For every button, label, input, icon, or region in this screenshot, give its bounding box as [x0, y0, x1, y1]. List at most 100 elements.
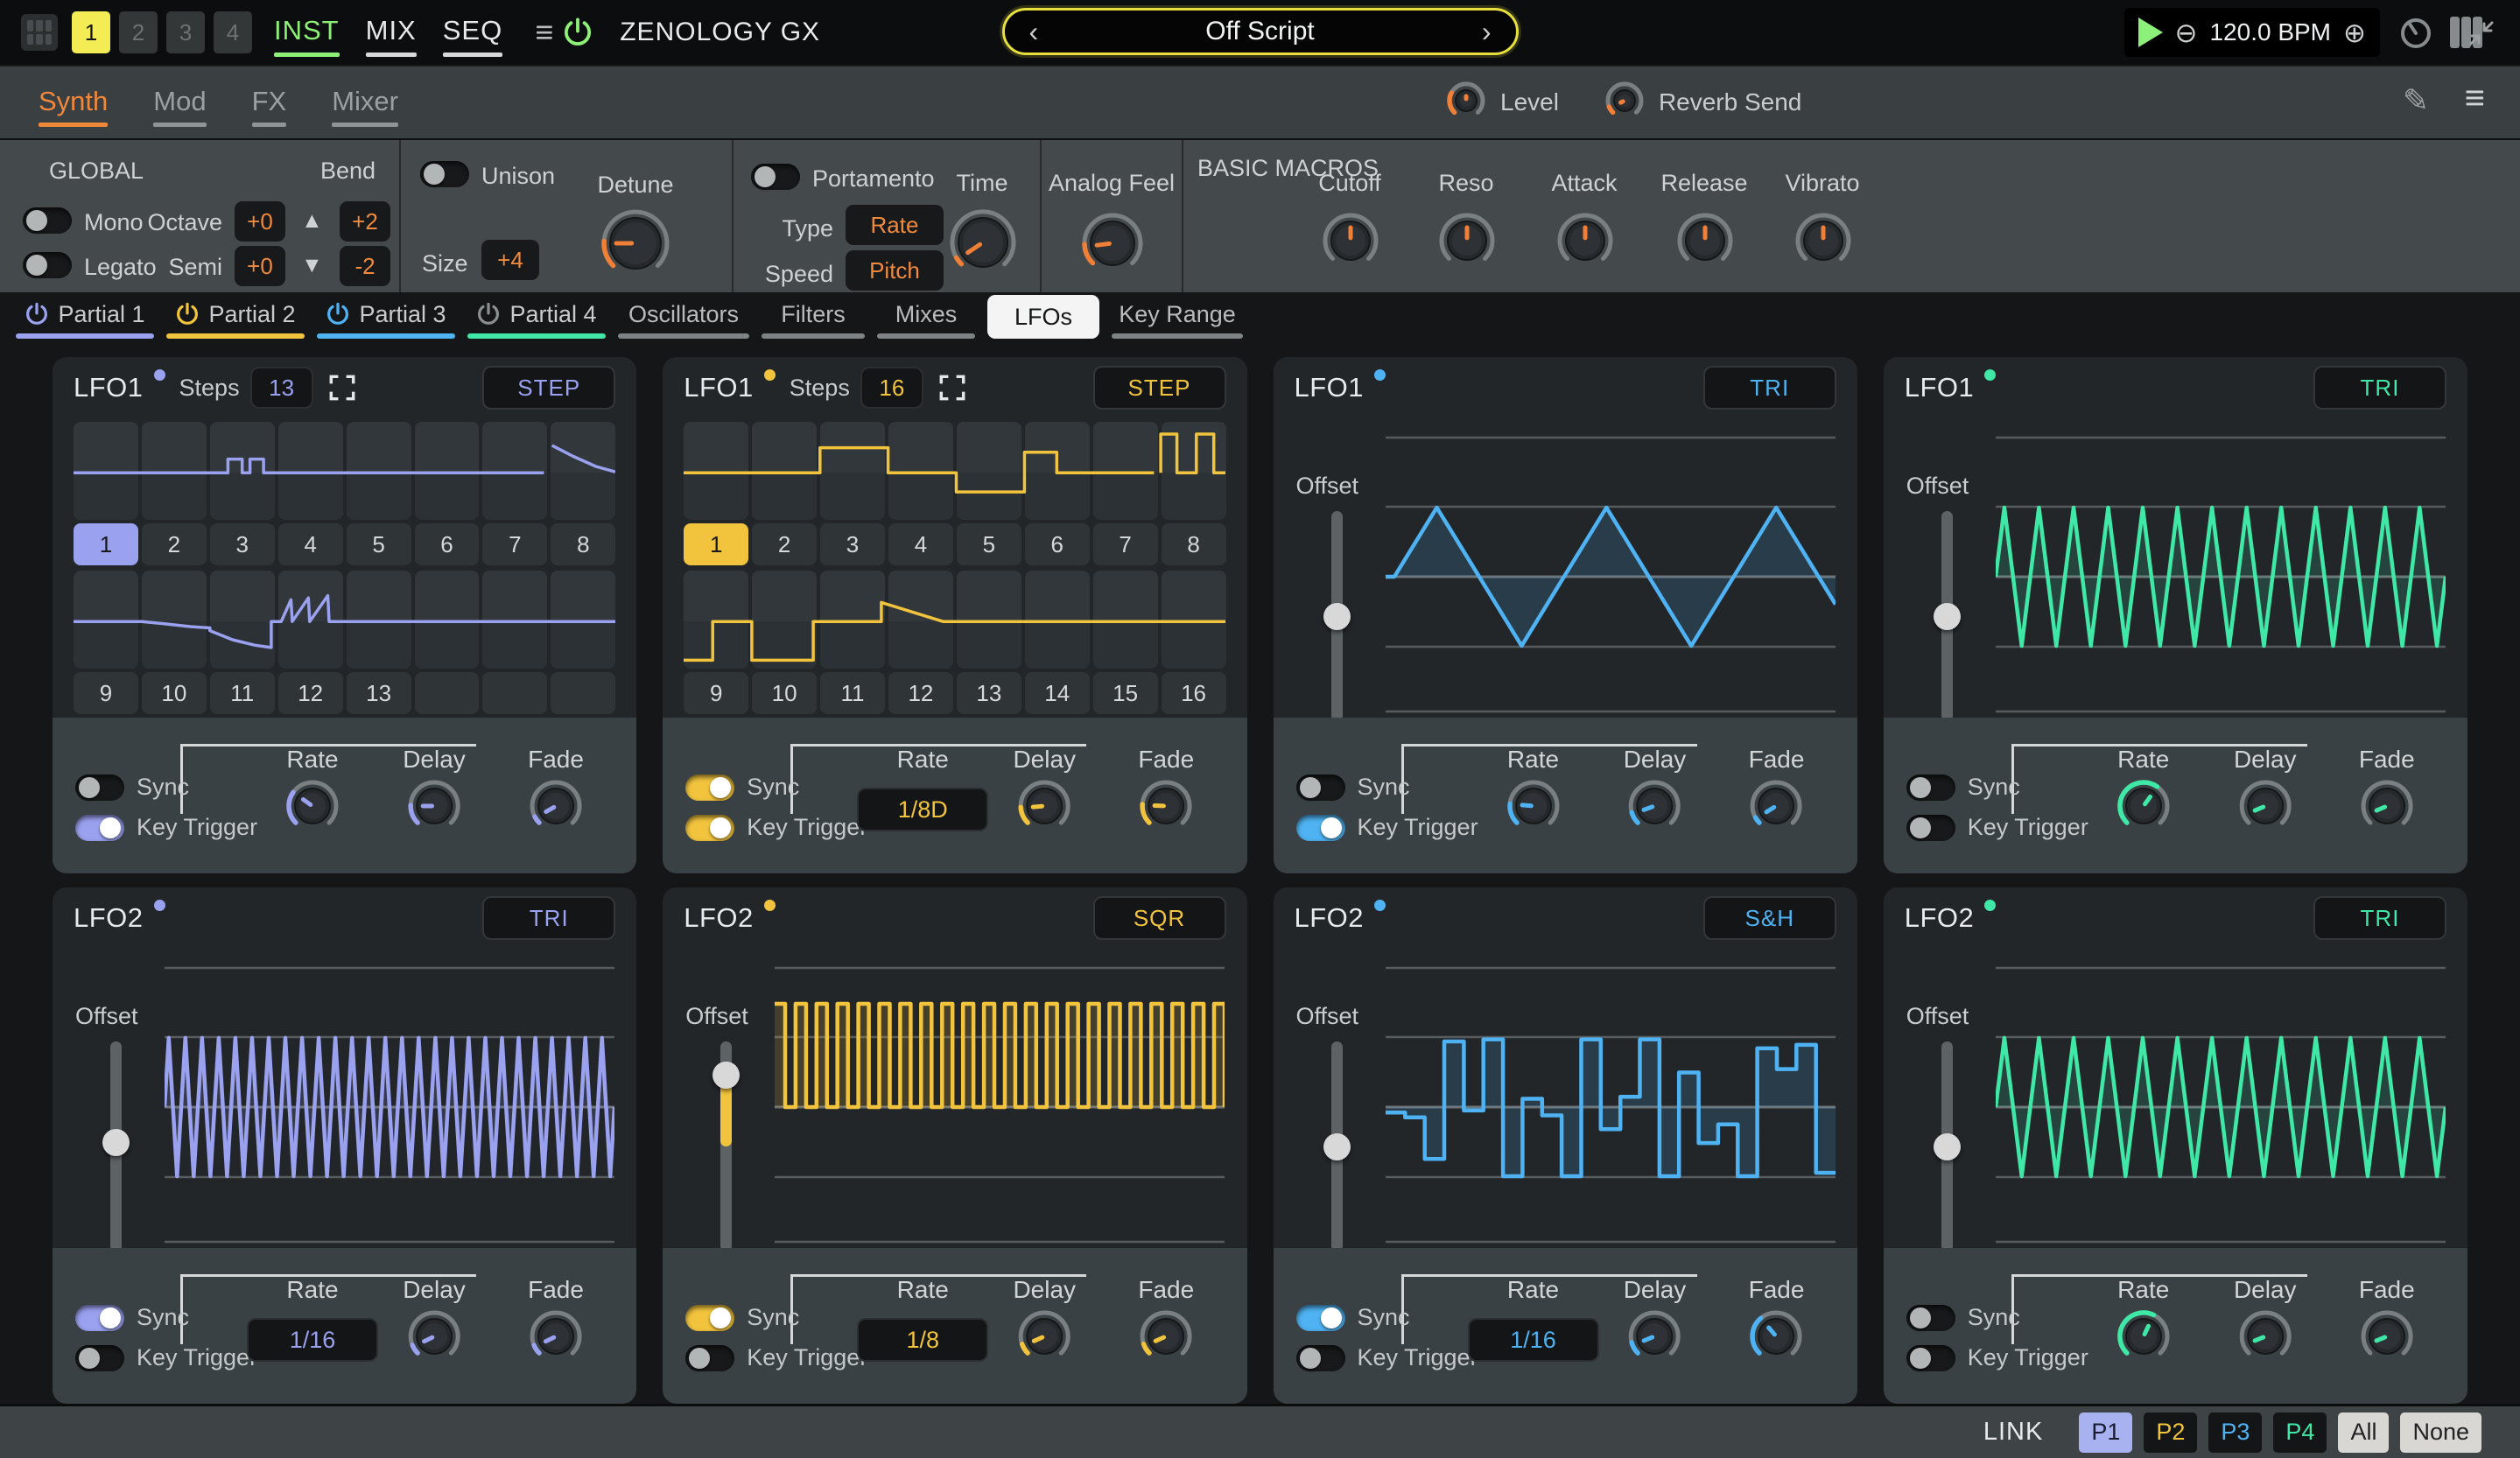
tab-lfos[interactable]: LFOs: [987, 295, 1099, 341]
step-number[interactable]: [482, 672, 547, 714]
step-number[interactable]: 12: [888, 672, 953, 714]
step-cell[interactable]: [752, 571, 817, 669]
step-number[interactable]: 3: [210, 523, 275, 565]
step-cell[interactable]: [415, 571, 480, 669]
delay-knob[interactable]: [2238, 1309, 2292, 1368]
step-cell[interactable]: [551, 571, 615, 669]
part-slot-4[interactable]: 4: [214, 11, 252, 53]
wave-type-button[interactable]: TRI: [2313, 366, 2446, 410]
step-cell[interactable]: [482, 422, 547, 520]
delay-knob[interactable]: [1628, 779, 1682, 838]
step-number[interactable]: 11: [820, 672, 885, 714]
fade-knob[interactable]: [1139, 779, 1193, 838]
step-number[interactable]: 15: [1093, 672, 1158, 714]
wave-type-button[interactable]: TRI: [1703, 366, 1836, 410]
partial-tab-3[interactable]: Partial 3: [317, 295, 455, 341]
fade-knob[interactable]: [1749, 779, 1803, 838]
step-cell[interactable]: [1025, 571, 1090, 669]
step-number[interactable]: 11: [210, 672, 275, 714]
partial-power-icon[interactable]: [25, 301, 49, 327]
step-cell[interactable]: [1162, 422, 1226, 520]
wave-type-button[interactable]: S&H: [1703, 896, 1836, 940]
waveform-plot[interactable]: [775, 954, 1225, 1251]
key-trigger-toggle[interactable]: [1906, 815, 1955, 841]
step-number[interactable]: 7: [1093, 523, 1158, 565]
tab-filters[interactable]: Filters: [762, 295, 865, 341]
step-number[interactable]: 13: [957, 672, 1021, 714]
rate-knob[interactable]: [285, 779, 340, 838]
offset-slider-thumb[interactable]: [1323, 603, 1351, 630]
tab-mixes[interactable]: Mixes: [877, 295, 975, 341]
unison-toggle[interactable]: [420, 161, 469, 187]
partial-power-icon[interactable]: [476, 301, 501, 327]
reverb-send-knob[interactable]: [1604, 81, 1645, 125]
play-button[interactable]: [2138, 18, 2163, 47]
step-number[interactable]: 10: [142, 672, 207, 714]
offset-slider-thumb[interactable]: [1323, 1133, 1351, 1160]
step-number[interactable]: 5: [347, 523, 411, 565]
key-trigger-toggle[interactable]: [1906, 1345, 1955, 1371]
tab-mod[interactable]: Mod: [153, 79, 206, 127]
step-number[interactable]: [551, 672, 615, 714]
sync-toggle[interactable]: [1906, 1305, 1955, 1331]
part-slot-3[interactable]: 3: [166, 11, 205, 53]
bpm-increase-icon[interactable]: ⊕: [2343, 19, 2366, 46]
part-slot-2[interactable]: 2: [119, 11, 158, 53]
part-slot-1[interactable]: 1: [72, 11, 110, 53]
step-cell[interactable]: [482, 571, 547, 669]
step-cell[interactable]: [74, 571, 138, 669]
link-button-all[interactable]: All: [2338, 1412, 2389, 1453]
legato-toggle[interactable]: [23, 252, 72, 278]
wave-type-button[interactable]: STEP: [1093, 366, 1226, 410]
sync-toggle[interactable]: [1906, 775, 1955, 801]
tab-mix[interactable]: MIX: [366, 8, 417, 57]
tab-seq[interactable]: SEQ: [443, 8, 502, 57]
tab-oscillators[interactable]: Oscillators: [618, 295, 749, 341]
delay-knob[interactable]: [407, 779, 461, 838]
bpm-value[interactable]: 120.0 BPM: [2209, 18, 2331, 46]
wave-type-button[interactable]: SQR: [1093, 896, 1226, 940]
hamburger-icon[interactable]: ≡: [535, 14, 553, 51]
step-cell[interactable]: [347, 422, 411, 520]
key-trigger-toggle[interactable]: [75, 815, 124, 841]
rate-value[interactable]: 1/16: [247, 1318, 378, 1362]
step-cell[interactable]: [888, 571, 953, 669]
waveform-plot[interactable]: [1996, 954, 2446, 1251]
preset-prev-icon[interactable]: ‹: [1029, 18, 1039, 46]
expand-icon[interactable]: [939, 375, 965, 401]
step-cell[interactable]: [1025, 422, 1090, 520]
waveform-plot[interactable]: [1386, 954, 1836, 1251]
rate-knob[interactable]: [2116, 1309, 2171, 1368]
menu-icon[interactable]: ≡: [2465, 79, 2485, 118]
rate-value[interactable]: 1/8: [857, 1318, 988, 1362]
edit-pencil-icon[interactable]: ✎: [2403, 82, 2429, 119]
step-number[interactable]: 1: [684, 523, 748, 565]
offset-slider-thumb[interactable]: [712, 1062, 740, 1089]
reso-knob[interactable]: [1438, 212, 1496, 274]
level-knob[interactable]: [1446, 81, 1486, 125]
cutoff-knob[interactable]: [1322, 212, 1379, 274]
time-knob[interactable]: [949, 208, 1017, 281]
analog-feel-knob[interactable]: [1081, 212, 1144, 279]
delay-knob[interactable]: [2238, 779, 2292, 838]
preset-selector[interactable]: ‹ Off Script ›: [1002, 8, 1519, 55]
rate-knob[interactable]: [1506, 779, 1561, 838]
step-number[interactable]: 6: [1025, 523, 1090, 565]
step-number[interactable]: 7: [482, 523, 547, 565]
partial-tab-4[interactable]: Partial 4: [467, 295, 606, 341]
step-number[interactable]: 16: [1162, 672, 1226, 714]
step-number[interactable]: 1: [74, 523, 138, 565]
partial-tab-2[interactable]: Partial 2: [166, 295, 305, 341]
step-cell[interactable]: [210, 422, 275, 520]
detune-knob[interactable]: [600, 208, 670, 283]
partial-power-icon[interactable]: [326, 301, 350, 327]
delay-knob[interactable]: [407, 1309, 461, 1368]
lfo-display[interactable]: 12345678910111213: [53, 418, 636, 718]
delay-knob[interactable]: [1017, 1309, 1071, 1368]
wave-type-button[interactable]: STEP: [482, 366, 615, 410]
octave-value[interactable]: +0: [235, 201, 285, 242]
step-cell[interactable]: [415, 422, 480, 520]
step-cell[interactable]: [888, 422, 953, 520]
step-number[interactable]: [415, 672, 480, 714]
link-button-p1[interactable]: P1: [2079, 1412, 2132, 1453]
